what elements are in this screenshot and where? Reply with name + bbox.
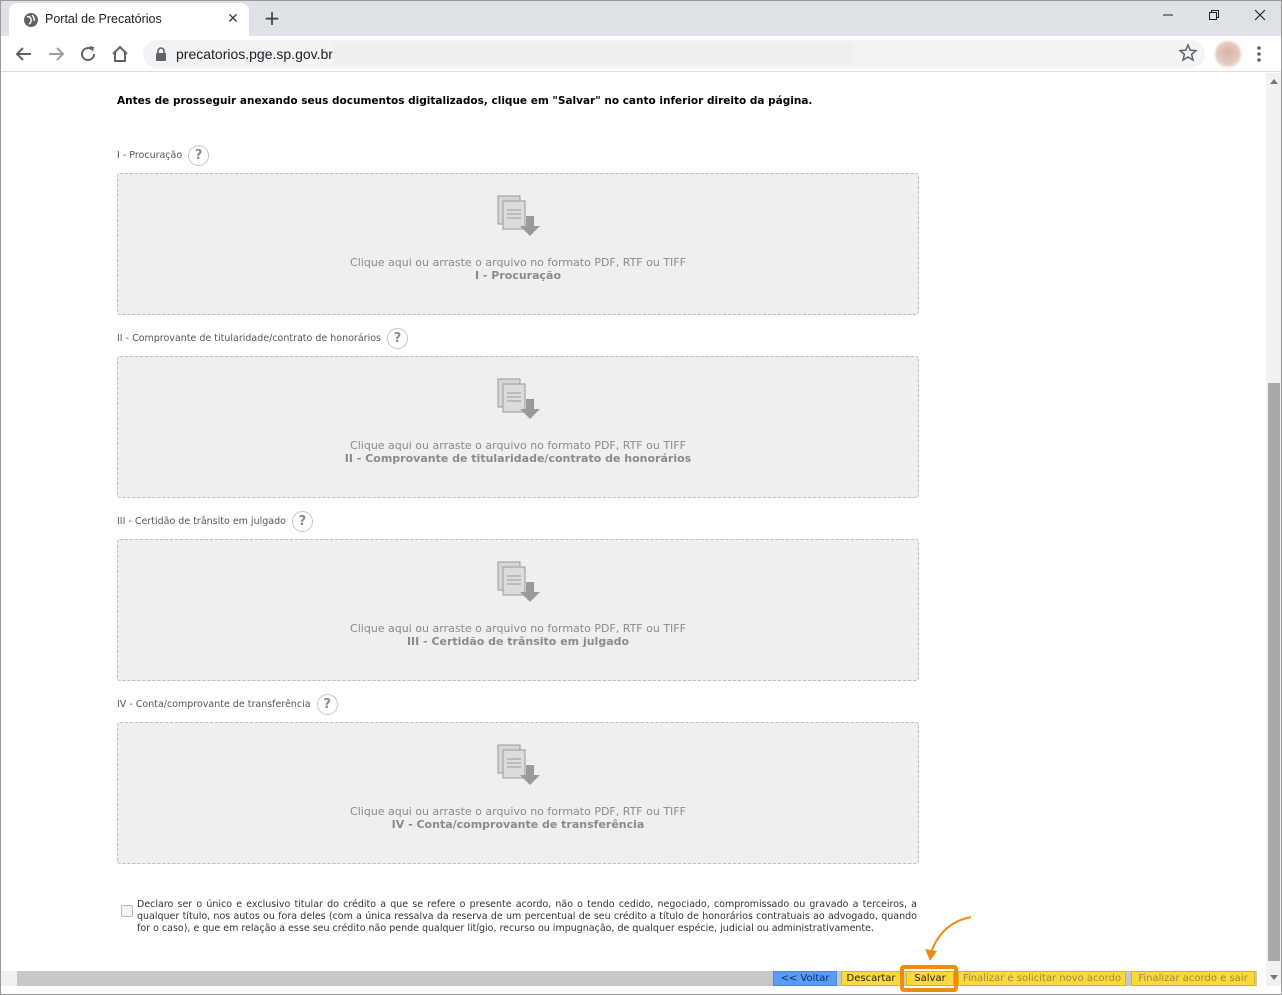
scroll-track <box>1 971 17 986</box>
upload-dropzone-titularidade[interactable]: Clique aqui ou arraste o arquivo no form… <box>117 356 919 498</box>
help-icon[interactable]: ? <box>188 145 210 166</box>
bookmark-star-icon[interactable] <box>1178 43 1198 63</box>
dropzone-name: I - Procuração <box>474 269 562 282</box>
dropzone-hint: Clique aqui ou arraste o arquivo no form… <box>350 256 686 269</box>
upload-label-text: I - Procuração <box>117 150 183 161</box>
globe-icon <box>24 13 38 27</box>
dropzone-name: II - Comprovante de titularidade/contrat… <box>344 452 692 465</box>
vertical-scrollbar[interactable] <box>1266 73 1281 986</box>
url-redacted <box>333 44 853 64</box>
upload-label-text: III - Certidão de trânsito em julgado <box>117 516 286 527</box>
document-download-icon <box>497 561 540 602</box>
declaration-text: Declaro ser o único e exclusivo titular … <box>137 899 917 934</box>
upload-label-4: IV - Conta/comprovante de transferência … <box>117 694 338 715</box>
upload-label-2: II - Comprovante de titularidade/contrat… <box>117 328 408 349</box>
action-bar: << Voltar Descartar Salvar Finalizar e s… <box>1 971 1257 986</box>
new-tab-icon[interactable]: + <box>260 7 284 31</box>
tab-strip: Portal de Precatórios ✕ + <box>1 1 1281 36</box>
document-download-icon <box>497 195 540 236</box>
dropzone-hint: Clique aqui ou arraste o arquivo no form… <box>350 805 686 818</box>
restore-icon[interactable] <box>1199 5 1229 29</box>
address-bar[interactable]: precatorios.pge.sp.gov.br <box>143 40 1205 68</box>
document-download-icon <box>497 744 540 785</box>
browser-toolbar: precatorios.pge.sp.gov.br <box>1 36 1281 72</box>
upload-label-3: III - Certidão de trânsito em julgado ? <box>117 511 313 532</box>
upload-dropzone-procuracao[interactable]: Clique aqui ou arraste o arquivo no form… <box>117 173 919 315</box>
help-icon[interactable]: ? <box>386 328 408 349</box>
back-icon[interactable] <box>11 41 37 67</box>
scroll-thumb[interactable] <box>1268 383 1280 961</box>
declaration-checkbox[interactable] <box>121 905 133 917</box>
page-content: Antes de prosseguir anexando seus docume… <box>1 73 1266 992</box>
dropzone-hint: Clique aqui ou arraste o arquivo no form… <box>350 439 686 452</box>
upload-label-1: I - Procuração ? <box>117 145 210 166</box>
dropzone-name: IV - Conta/comprovante de transferência <box>391 818 645 831</box>
finish-and-new-button[interactable]: Finalizar e solicitar novo acordo <box>958 971 1126 986</box>
forward-icon[interactable] <box>43 41 69 67</box>
minimize-icon[interactable] <box>1153 5 1183 29</box>
dropzone-name: III - Certidão de trânsito em julgado <box>406 635 630 648</box>
scroll-down-icon[interactable] <box>1270 975 1278 980</box>
reload-icon[interactable] <box>75 41 101 67</box>
upload-dropzone-conta[interactable]: Clique aqui ou arraste o arquivo no form… <box>117 722 919 864</box>
close-tab-icon[interactable]: ✕ <box>225 11 241 27</box>
scroll-up-icon[interactable] <box>1270 79 1278 84</box>
help-icon[interactable]: ? <box>291 511 313 532</box>
menu-icon[interactable] <box>1252 42 1266 66</box>
browser-tab[interactable]: Portal de Precatórios ✕ <box>9 3 249 36</box>
close-window-icon[interactable] <box>1245 5 1275 29</box>
help-icon[interactable]: ? <box>316 694 338 715</box>
back-button[interactable]: << Voltar <box>773 971 837 986</box>
document-download-icon <box>497 378 540 419</box>
upload-label-text: II - Comprovante de titularidade/contrat… <box>117 333 381 344</box>
lock-icon <box>156 47 166 61</box>
upload-label-text: IV - Conta/comprovante de transferência <box>117 699 311 710</box>
annotation-arrow <box>925 916 972 961</box>
browser-window: Portal de Precatórios ✕ + precatorios.pg… <box>0 0 1282 995</box>
finish-and-exit-button[interactable]: Finalizar acordo e sair <box>1131 971 1255 986</box>
upload-dropzone-certidao[interactable]: Clique aqui ou arraste o arquivo no form… <box>117 539 919 681</box>
url-text: precatorios.pge.sp.gov.br <box>176 46 333 62</box>
profile-avatar[interactable] <box>1215 41 1241 67</box>
discard-button[interactable]: Descartar <box>841 971 901 986</box>
save-notice: Antes de prosseguir anexando seus docume… <box>117 95 813 107</box>
tab-title: Portal de Precatórios <box>45 12 162 26</box>
save-highlight <box>900 965 958 992</box>
dropzone-hint: Clique aqui ou arraste o arquivo no form… <box>350 622 686 635</box>
home-icon[interactable] <box>107 41 133 67</box>
